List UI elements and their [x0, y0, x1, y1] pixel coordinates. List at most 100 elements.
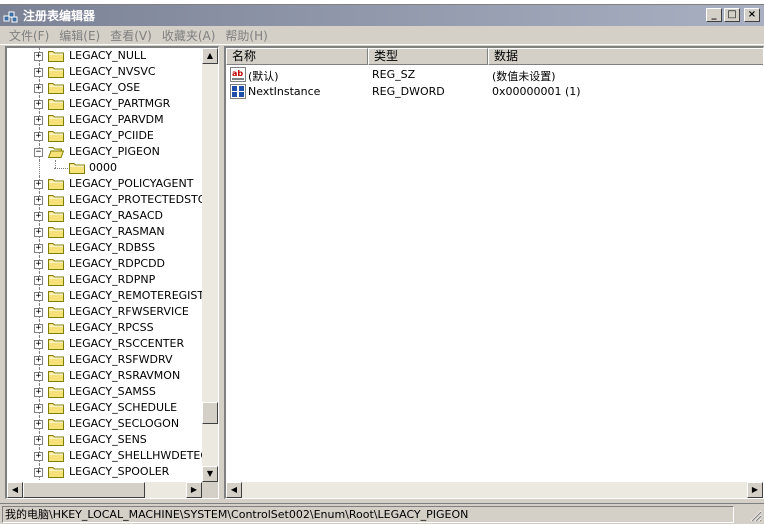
- expand-icon[interactable]: +: [34, 372, 43, 381]
- tree-item-label: LEGACY_RSCCENTER: [69, 337, 185, 350]
- column-type-header[interactable]: 类型: [368, 48, 488, 65]
- folder-icon: [48, 434, 64, 446]
- tree-connector-line: [54, 168, 68, 169]
- tree-item-label: LEGACY_PARTMGR: [69, 97, 171, 110]
- menu-view[interactable]: 查看(V): [105, 27, 157, 44]
- expand-icon[interactable]: +: [34, 388, 43, 397]
- folder-icon: [48, 114, 64, 126]
- folder-icon: [48, 322, 64, 334]
- tree-item-label: LEGACY_RDBSS: [69, 241, 156, 254]
- tree-item[interactable]: + LEGACY_SENS: [7, 432, 203, 448]
- tree-horizontal-scrollbar[interactable]: ◀ ▶: [7, 482, 202, 498]
- scroll-right-arrow-icon[interactable]: ▶: [186, 482, 202, 498]
- tree-item[interactable]: + LEGACY_SECLOGON: [7, 416, 203, 432]
- scroll-left-arrow-icon[interactable]: ◀: [7, 482, 23, 498]
- expand-icon[interactable]: +: [34, 260, 43, 269]
- tree-item[interactable]: + LEGACY_RDPCDD: [7, 256, 203, 272]
- scroll-right-arrow-icon[interactable]: ▶: [747, 482, 763, 498]
- tree-item[interactable]: + LEGACY_RFWSERVICE: [7, 304, 203, 320]
- folder-icon: [48, 402, 64, 414]
- tree-item[interactable]: + LEGACY_SAMSS: [7, 384, 203, 400]
- value-row[interactable]: NextInstance REG_DWORD 0x00000001 (1): [226, 83, 763, 100]
- column-name-header[interactable]: 名称: [226, 48, 368, 65]
- value-type: REG_SZ: [372, 68, 416, 81]
- tree-item[interactable]: + LEGACY_PARVDM: [7, 112, 203, 128]
- expand-icon[interactable]: +: [34, 116, 43, 125]
- folder-icon: [48, 274, 64, 286]
- tree-item[interactable]: + LEGACY_NULL: [7, 48, 203, 64]
- folder-icon: [48, 386, 64, 398]
- expand-icon[interactable]: +: [34, 340, 43, 349]
- scroll-left-arrow-icon[interactable]: ◀: [226, 482, 242, 498]
- expand-icon[interactable]: +: [34, 292, 43, 301]
- expand-icon[interactable]: +: [34, 52, 43, 61]
- tree-vertical-scrollbar[interactable]: ▲ ▼: [202, 48, 218, 482]
- column-data-header[interactable]: 数据: [488, 48, 763, 65]
- folder-icon: [48, 210, 64, 222]
- svg-text:ab: ab: [232, 69, 243, 78]
- expand-icon[interactable]: +: [34, 180, 43, 189]
- expand-icon[interactable]: +: [34, 100, 43, 109]
- tree-item[interactable]: + LEGACY_PCIIDE: [7, 128, 203, 144]
- menu-help[interactable]: 帮助(H): [220, 27, 272, 44]
- tree-item[interactable]: + LEGACY_REMOTEREGISTRY: [7, 288, 203, 304]
- resize-grip-icon[interactable]: [748, 508, 762, 522]
- scroll-down-arrow-icon[interactable]: ▼: [202, 466, 218, 482]
- tree-item[interactable]: + LEGACY_POLICYAGENT: [7, 176, 203, 192]
- tree-item[interactable]: + LEGACY_RDPNP: [7, 272, 203, 288]
- tree-item[interactable]: + LEGACY_PROTECTEDSTORA: [7, 192, 203, 208]
- expand-icon[interactable]: +: [34, 84, 43, 93]
- title-bar[interactable]: 注册表编辑器 _ □ ×: [0, 5, 764, 26]
- tree-item[interactable]: + LEGACY_RSRAVMON: [7, 368, 203, 384]
- expand-icon[interactable]: +: [34, 420, 43, 429]
- tree-item[interactable]: + LEGACY_OSE: [7, 80, 203, 96]
- menu-file[interactable]: 文件(F): [4, 27, 54, 44]
- expand-icon[interactable]: +: [34, 324, 43, 333]
- expand-icon[interactable]: +: [34, 228, 43, 237]
- registry-values-pane[interactable]: 名称 类型 数据 ab (默认) REG_SZ (数值未设置) NextInst…: [224, 46, 764, 499]
- tree-item[interactable]: + LEGACY_RASMAN: [7, 224, 203, 240]
- menu-favorites[interactable]: 收藏夹(A): [157, 27, 221, 44]
- tree-item-label: LEGACY_PARVDM: [69, 113, 164, 126]
- tree-child-item[interactable]: 0000: [7, 160, 203, 176]
- minimize-button[interactable]: _: [706, 8, 722, 22]
- scroll-up-arrow-icon[interactable]: ▲: [202, 48, 218, 64]
- expand-icon[interactable]: +: [34, 308, 43, 317]
- tree-item[interactable]: − LEGACY_PIGEON: [7, 144, 203, 160]
- expand-icon[interactable]: +: [34, 132, 43, 141]
- expand-icon[interactable]: +: [34, 452, 43, 461]
- maximize-button[interactable]: □: [724, 8, 740, 22]
- tree-hscroll-thumb[interactable]: [23, 482, 145, 498]
- tree-scroll-thumb[interactable]: [202, 402, 218, 424]
- folder-icon: [48, 130, 64, 142]
- tree-item[interactable]: + LEGACY_NVSVC: [7, 64, 203, 80]
- tree-item[interactable]: + LEGACY_PARTMGR: [7, 96, 203, 112]
- expand-icon[interactable]: +: [34, 436, 43, 445]
- value-name: NextInstance: [248, 85, 321, 98]
- folder-icon: [48, 98, 64, 110]
- expand-icon[interactable]: +: [34, 196, 43, 205]
- tree-item-label: LEGACY_OSE: [69, 81, 141, 94]
- tree-item[interactable]: + LEGACY_SCHEDULE: [7, 400, 203, 416]
- tree-item[interactable]: + LEGACY_SPOOLER: [7, 464, 203, 480]
- tree-item[interactable]: + LEGACY_RPCSS: [7, 320, 203, 336]
- expand-icon[interactable]: +: [34, 404, 43, 413]
- expand-icon[interactable]: +: [34, 356, 43, 365]
- tree-item[interactable]: + LEGACY_RASACD: [7, 208, 203, 224]
- tree-item[interactable]: + LEGACY_SHELLHWDETECTI: [7, 448, 203, 464]
- expand-icon[interactable]: +: [34, 468, 43, 477]
- expand-icon[interactable]: +: [34, 244, 43, 253]
- tree-item[interactable]: + LEGACY_RDBSS: [7, 240, 203, 256]
- folder-icon: [48, 354, 64, 366]
- collapse-icon[interactable]: −: [34, 148, 43, 157]
- menu-edit[interactable]: 编辑(E): [54, 27, 105, 44]
- close-button[interactable]: ×: [744, 8, 760, 22]
- expand-icon[interactable]: +: [34, 276, 43, 285]
- registry-tree-pane[interactable]: + LEGACY_NULL + LEGACY_NVSVC + LEGACY_OSE + LEG…: [5, 46, 219, 499]
- value-row[interactable]: ab (默认) REG_SZ (数值未设置): [226, 66, 763, 83]
- list-horizontal-scrollbar[interactable]: ◀ ▶: [226, 482, 763, 498]
- tree-item[interactable]: + LEGACY_RSCCENTER: [7, 336, 203, 352]
- expand-icon[interactable]: +: [34, 212, 43, 221]
- expand-icon[interactable]: +: [34, 68, 43, 77]
- tree-item[interactable]: + LEGACY_RSFWDRV: [7, 352, 203, 368]
